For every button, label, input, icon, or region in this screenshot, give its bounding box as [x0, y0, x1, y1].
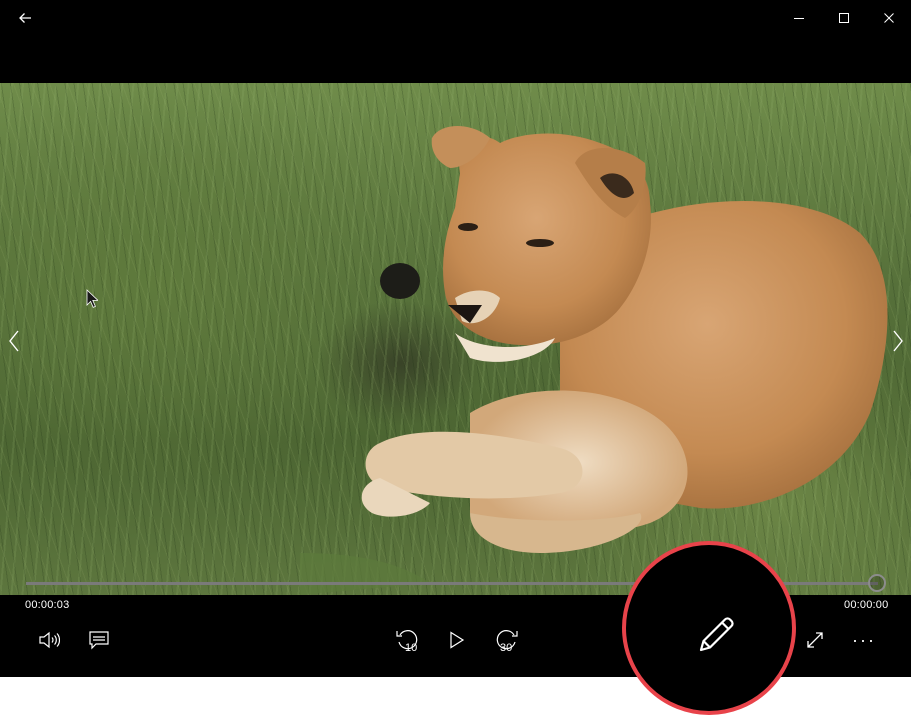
play-icon: [450, 631, 465, 649]
title-bar: [0, 0, 911, 36]
edit-button-highlight: [622, 541, 796, 715]
forward-icon: 30: [496, 630, 518, 654]
maximize-icon: [839, 13, 849, 23]
play-button[interactable]: [437, 622, 477, 658]
more-options-button[interactable]: ···: [844, 622, 884, 658]
video-frame[interactable]: [0, 83, 911, 595]
volume-button[interactable]: [29, 622, 69, 658]
close-button[interactable]: [866, 0, 911, 36]
close-icon: [884, 13, 894, 23]
maximize-button[interactable]: [821, 0, 867, 36]
chevron-left-icon: [9, 330, 19, 352]
volume-icon: [39, 631, 60, 649]
lioness-image: [300, 125, 888, 595]
rewind-10-button[interactable]: 10: [387, 622, 427, 658]
chevron-right-icon: [893, 330, 903, 352]
back-arrow-icon: [19, 13, 31, 23]
rewind-icon: 10: [396, 630, 417, 654]
forward-30-button[interactable]: 30: [487, 622, 527, 658]
subtitles-icon: [89, 631, 109, 650]
edit-button[interactable]: [679, 598, 739, 658]
seek-thumb[interactable]: [868, 574, 886, 592]
more-options-label: ···: [852, 630, 876, 650]
pencil-icon: [699, 617, 734, 652]
remaining-time: 00:00:00: [844, 599, 889, 611]
current-time: 00:00:03: [25, 599, 70, 611]
mouse-cursor-icon: [86, 289, 98, 308]
expand-icon: [807, 632, 823, 648]
subtitles-button[interactable]: [79, 622, 119, 658]
minimize-icon: [794, 18, 804, 19]
rewind-label: 10: [405, 642, 417, 654]
back-button[interactable]: [2, 0, 48, 36]
previous-button[interactable]: [2, 323, 26, 359]
forward-label: 30: [500, 642, 512, 654]
minimize-button[interactable]: [776, 0, 822, 36]
next-button[interactable]: [886, 323, 910, 359]
fullscreen-button[interactable]: [795, 622, 835, 658]
